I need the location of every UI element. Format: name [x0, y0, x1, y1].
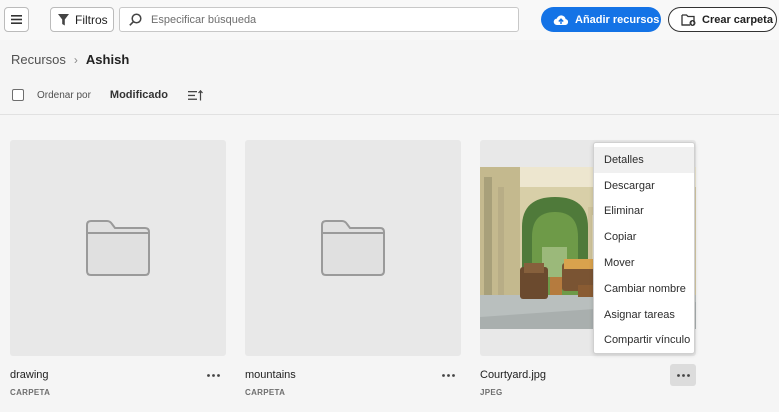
divider	[0, 114, 779, 115]
add-resources-label: Añadir recursos	[575, 13, 660, 26]
menu-item-details[interactable]: Detalles	[594, 147, 694, 173]
asset-type: JPEG	[480, 388, 503, 397]
folder-icon	[86, 220, 150, 276]
asset-type: CARPETA	[10, 388, 51, 397]
create-folder-button[interactable]: Crear carpeta	[668, 7, 777, 32]
asset-type: CARPETA	[245, 388, 286, 397]
menu-item-share-link[interactable]: Compartir vínculo	[594, 328, 694, 354]
asset-thumbnail[interactable]	[10, 140, 226, 356]
breadcrumb-root[interactable]: Recursos	[11, 52, 66, 67]
search-input[interactable]	[151, 13, 491, 26]
sort-field-dropdown[interactable]: Modificado	[110, 89, 168, 101]
menu-item-copy[interactable]: Copiar	[594, 224, 694, 250]
search-box[interactable]	[119, 7, 519, 32]
cloud-upload-icon	[553, 14, 569, 25]
more-options-button[interactable]	[200, 364, 226, 386]
filters-label: Filtros	[75, 12, 108, 27]
breadcrumb-current: Ashish	[85, 52, 130, 67]
breadcrumb-separator: ›	[73, 52, 78, 67]
ellipsis-icon	[206, 373, 220, 377]
search-icon	[129, 13, 142, 26]
more-options-button[interactable]	[670, 364, 696, 386]
ellipsis-icon	[676, 373, 690, 377]
breadcrumb: Recursos › Ashish	[11, 52, 129, 67]
asset-name: mountains	[245, 369, 296, 381]
add-resources-button[interactable]: Añadir recursos	[541, 7, 661, 32]
asset-name: Courtyard.jpg	[480, 369, 547, 381]
more-options-button[interactable]	[435, 364, 461, 386]
ellipsis-icon	[441, 373, 455, 377]
filters-button[interactable]: Filtros	[50, 7, 114, 32]
sort-label: Ordenar por	[37, 89, 91, 101]
menu-item-move[interactable]: Mover	[594, 250, 694, 276]
asset-thumbnail[interactable]	[245, 140, 461, 356]
hamburger-icon	[11, 15, 22, 24]
asset-card[interactable]: drawing CARPETA	[10, 140, 226, 397]
sort-direction-icon[interactable]	[187, 89, 203, 101]
menu-item-rename[interactable]: Cambiar nombre	[594, 276, 694, 302]
folder-icon	[321, 220, 385, 276]
menu-item-download[interactable]: Descargar	[594, 173, 694, 199]
asset-card[interactable]: mountains CARPETA	[245, 140, 461, 397]
top-toolbar: Filtros Añadir recursos Crear carpeta	[0, 0, 779, 40]
menu-button[interactable]	[4, 7, 29, 32]
folder-add-icon	[681, 14, 696, 26]
sort-bar: Ordenar por Modificado	[12, 89, 203, 101]
context-menu: Detalles Descargar Eliminar Copiar Mover…	[593, 142, 695, 354]
select-all-checkbox[interactable]	[12, 89, 24, 101]
filter-icon	[58, 13, 69, 25]
menu-item-delete[interactable]: Eliminar	[594, 199, 694, 225]
asset-name: drawing	[10, 369, 49, 381]
create-folder-label: Crear carpeta	[702, 13, 773, 26]
menu-item-assign-tasks[interactable]: Asignar tareas	[594, 302, 694, 328]
